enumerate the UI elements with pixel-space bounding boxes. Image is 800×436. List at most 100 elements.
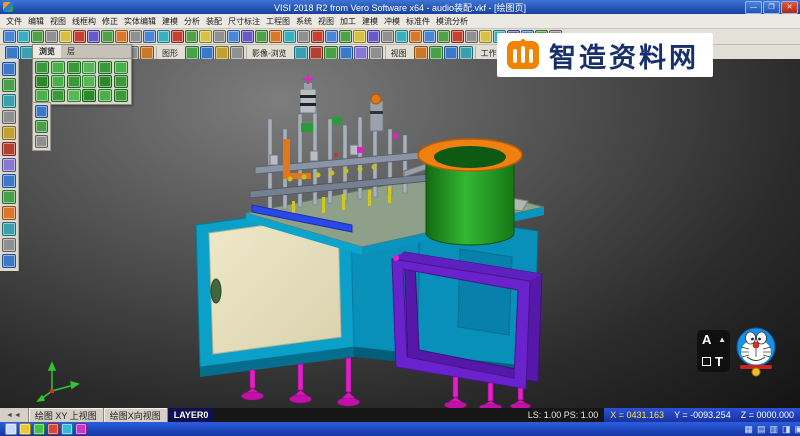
status-tool-icon[interactable] bbox=[5, 423, 17, 435]
tool-icon[interactable] bbox=[381, 30, 394, 43]
menu-item[interactable]: 模流分析 bbox=[433, 16, 471, 27]
menu-item[interactable]: 分析 bbox=[181, 16, 203, 27]
tool-icon[interactable] bbox=[255, 30, 268, 43]
view-nav-arrows[interactable]: ◄◄ bbox=[0, 408, 29, 422]
status-glyph-icon[interactable]: ▦ bbox=[742, 424, 755, 435]
menu-item[interactable]: 建模 bbox=[159, 16, 181, 27]
tool-icon[interactable] bbox=[129, 30, 142, 43]
tool-icon[interactable] bbox=[2, 158, 16, 172]
tool-icon[interactable] bbox=[171, 30, 184, 43]
tool-icon[interactable] bbox=[451, 30, 464, 43]
layer-icon[interactable] bbox=[114, 61, 128, 74]
menu-item[interactable]: 线框构 bbox=[69, 16, 99, 27]
tool-icon[interactable] bbox=[2, 238, 16, 252]
menu-item[interactable]: 视图 bbox=[315, 16, 337, 27]
tool-icon[interactable] bbox=[311, 30, 324, 43]
tool-icon[interactable] bbox=[199, 30, 212, 43]
tool-icon[interactable] bbox=[227, 30, 240, 43]
layer-icon[interactable] bbox=[35, 61, 49, 74]
tool-icon[interactable] bbox=[2, 94, 16, 108]
tool-icon[interactable] bbox=[339, 30, 352, 43]
menu-item[interactable]: 冲模 bbox=[381, 16, 403, 27]
tool-icon[interactable] bbox=[185, 30, 198, 43]
tool-icon[interactable] bbox=[2, 126, 16, 140]
tool-icon[interactable] bbox=[459, 46, 473, 60]
tool-icon[interactable] bbox=[101, 30, 114, 43]
layer-icon[interactable] bbox=[35, 89, 49, 102]
tool-icon[interactable] bbox=[59, 30, 72, 43]
status-glyph-icon[interactable]: ▥ bbox=[767, 424, 780, 435]
tool-icon[interactable] bbox=[339, 46, 353, 60]
layer-icon[interactable] bbox=[98, 61, 112, 74]
tool-icon[interactable] bbox=[367, 30, 380, 43]
tool-icon[interactable] bbox=[35, 105, 48, 118]
tool-icon[interactable] bbox=[2, 78, 16, 92]
status-glyph-icon[interactable]: ▤ bbox=[755, 424, 768, 435]
tool-icon[interactable] bbox=[479, 30, 492, 43]
tool-icon[interactable] bbox=[297, 30, 310, 43]
layer-icon[interactable] bbox=[51, 75, 65, 88]
layer-icon[interactable] bbox=[51, 89, 65, 102]
tool-icon[interactable] bbox=[294, 46, 308, 60]
layer-icon[interactable] bbox=[82, 75, 96, 88]
tool-icon[interactable] bbox=[241, 30, 254, 43]
menu-item[interactable]: 编辑 bbox=[25, 16, 47, 27]
layer-icon[interactable] bbox=[51, 61, 65, 74]
tool-icon[interactable] bbox=[409, 30, 422, 43]
minimize-button[interactable]: — bbox=[745, 1, 762, 14]
tool-icon[interactable] bbox=[157, 30, 170, 43]
tool-icon[interactable] bbox=[3, 30, 16, 43]
tool-icon[interactable] bbox=[185, 46, 199, 60]
tool-icon[interactable] bbox=[269, 30, 282, 43]
tab-browse[interactable]: 浏览 bbox=[33, 45, 61, 58]
tool-icon[interactable] bbox=[200, 46, 214, 60]
tool-icon[interactable] bbox=[2, 254, 16, 268]
workplane-indicator[interactable]: 绘图 XY 上视图 bbox=[29, 408, 104, 422]
tool-icon[interactable] bbox=[2, 190, 16, 204]
menu-item[interactable]: 工程图 bbox=[263, 16, 293, 27]
layer-icon[interactable] bbox=[67, 61, 81, 74]
status-tool-icon[interactable] bbox=[19, 423, 31, 435]
tool-icon[interactable] bbox=[5, 46, 19, 60]
view-name-indicator[interactable]: 绘图X向视图 bbox=[104, 408, 168, 422]
maximize-button[interactable]: ❐ bbox=[763, 1, 780, 14]
tool-icon[interactable] bbox=[325, 30, 338, 43]
tool-icon[interactable] bbox=[143, 30, 156, 43]
status-tool-icon[interactable] bbox=[75, 423, 87, 435]
tool-icon[interactable] bbox=[353, 30, 366, 43]
viewport-3d[interactable] bbox=[0, 59, 800, 408]
layer-icon[interactable] bbox=[82, 61, 96, 74]
tool-icon[interactable] bbox=[73, 30, 86, 43]
status-tool-icon[interactable] bbox=[61, 423, 73, 435]
tool-icon[interactable] bbox=[215, 46, 229, 60]
tool-icon[interactable] bbox=[2, 206, 16, 220]
layer-icon[interactable] bbox=[98, 89, 112, 102]
layer-indicator[interactable]: LAYER0 bbox=[168, 408, 215, 422]
menu-item[interactable]: 建模 bbox=[359, 16, 381, 27]
tool-icon[interactable] bbox=[423, 30, 436, 43]
tool-icon[interactable] bbox=[2, 110, 16, 124]
tool-icon[interactable] bbox=[2, 174, 16, 188]
tool-icon[interactable] bbox=[115, 30, 128, 43]
tool-icon[interactable] bbox=[395, 30, 408, 43]
tool-icon[interactable] bbox=[354, 46, 368, 60]
layer-icon[interactable] bbox=[35, 75, 49, 88]
layer-icon[interactable] bbox=[114, 75, 128, 88]
tool-icon[interactable] bbox=[31, 30, 44, 43]
menu-item[interactable]: 修正 bbox=[99, 16, 121, 27]
tool-icon[interactable] bbox=[437, 30, 450, 43]
tool-icon[interactable] bbox=[230, 46, 244, 60]
tool-icon[interactable] bbox=[369, 46, 383, 60]
tool-icon[interactable] bbox=[45, 30, 58, 43]
tool-icon[interactable] bbox=[283, 30, 296, 43]
tool-icon[interactable] bbox=[2, 222, 16, 236]
menu-item[interactable]: 加工 bbox=[337, 16, 359, 27]
layer-icon[interactable] bbox=[98, 75, 112, 88]
tool-icon[interactable] bbox=[213, 30, 226, 43]
tool-icon[interactable] bbox=[429, 46, 443, 60]
status-tool-icon[interactable] bbox=[33, 423, 45, 435]
tool-icon[interactable] bbox=[35, 135, 48, 148]
tool-icon[interactable] bbox=[2, 62, 16, 76]
menu-item[interactable]: 视图 bbox=[47, 16, 69, 27]
tab-layer[interactable]: 层 bbox=[61, 45, 81, 58]
